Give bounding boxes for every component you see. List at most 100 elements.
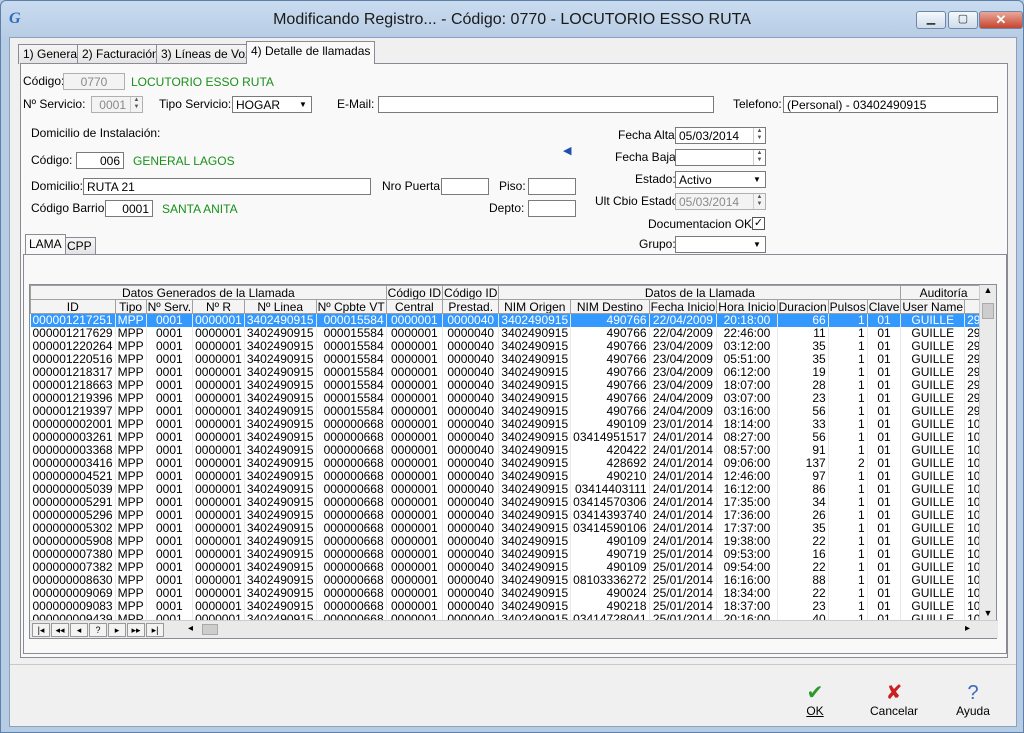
- table-row[interactable]: 000001217629 MPP 0001 0000001 3402490915 0000…: [30, 326, 980, 340]
- telefono-field[interactable]: (Personal) - 03402490915: [783, 96, 998, 113]
- table-row[interactable]: 000001217251 MPP 0001 0000001 3402490915 0000…: [30, 313, 980, 327]
- nav-button[interactable]: ?: [89, 623, 107, 637]
- scroll-left-icon[interactable]: ◂: [188, 623, 193, 634]
- tab-lineas-de-voz[interactable]: 3) Líneas de Voz: [156, 44, 257, 64]
- table-row[interactable]: 000001220264 MPP 0001 0000001 3402490915 0000…: [30, 339, 980, 353]
- scroll-right-icon[interactable]: ▸: [965, 623, 970, 634]
- nav-button[interactable]: |◂: [32, 623, 50, 637]
- nav-button[interactable]: ◂: [70, 623, 88, 637]
- table-row[interactable]: 000000003416 MPP 0001 0000001 3402490915 0000…: [30, 456, 980, 470]
- nav-button[interactable]: ◂◂: [51, 623, 69, 637]
- column-header[interactable]: Central: [385, 299, 444, 314]
- tab-detalle-de-llamadas[interactable]: 4) Detalle de llamadas: [246, 41, 376, 64]
- scroll-thumb[interactable]: [982, 303, 994, 319]
- nav-button[interactable]: ▸: [108, 623, 126, 637]
- documentacion-checkbox[interactable]: ✓: [752, 217, 765, 230]
- table-row[interactable]: 000000007382 MPP 0001 0000001 3402490915 0000…: [30, 560, 980, 574]
- column-header[interactable]: [964, 299, 980, 314]
- ult-cbio-field[interactable]: 05/03/2014 ▲ ▼: [675, 193, 766, 210]
- help-button[interactable]: ? Ayuda: [943, 682, 1003, 722]
- table-row[interactable]: 000001220516 MPP 0001 0000001 3402490915 0000…: [30, 352, 980, 366]
- table-row[interactable]: 000000009069 MPP 0001 0000001 3402490915 0000…: [30, 586, 980, 600]
- column-header[interactable]: Hora Inicio: [716, 299, 778, 314]
- hscroll-thumb[interactable]: [202, 624, 218, 635]
- column-header[interactable]: Nº Serv.: [145, 299, 194, 314]
- nav-button[interactable]: ▸|: [146, 623, 164, 637]
- table-cell: 18:14:00: [716, 417, 778, 431]
- table-row[interactable]: 000000005039 MPP 0001 0000001 3402490915 0000…: [30, 482, 980, 496]
- email-field[interactable]: [378, 96, 714, 113]
- table-cell: 24/01/2014: [649, 482, 718, 496]
- table-cell: 86: [777, 482, 829, 496]
- table-row[interactable]: 000001218317 MPP 0001 0000001 3402490915 0000…: [30, 365, 980, 379]
- ult-cbio-spin[interactable]: ▲ ▼: [753, 194, 765, 209]
- column-header[interactable]: Duracion: [776, 299, 829, 314]
- table-row[interactable]: 000001219396 MPP 0001 0000001 3402490915 0000…: [30, 391, 980, 405]
- column-header[interactable]: Fecha Inicio: [648, 299, 718, 314]
- codigo-field[interactable]: 0770: [63, 73, 125, 90]
- table-row[interactable]: 000001218663 MPP 0001 0000001 3402490915 0000…: [30, 378, 980, 392]
- close-button[interactable]: ✕: [979, 11, 1023, 29]
- table-row[interactable]: 000000005291 MPP 0001 0000001 3402490915 0000…: [30, 495, 980, 509]
- vertical-scrollbar[interactable]: ▲ ▼: [979, 285, 996, 620]
- table-cell: 0001: [146, 573, 194, 587]
- column-header[interactable]: NIM Origen: [498, 299, 572, 314]
- chevron-down-icon[interactable]: ▼: [750, 238, 764, 251]
- fecha-baja-field[interactable]: ▲ ▼: [675, 149, 766, 166]
- maximize-button[interactable]: ▢: [948, 11, 978, 29]
- table-row[interactable]: 000000003261 MPP 0001 0000001 3402490915 0000…: [30, 430, 980, 444]
- depto-field[interactable]: [528, 200, 576, 217]
- column-header[interactable]: Clave: [866, 299, 902, 314]
- piso-field[interactable]: [528, 178, 576, 195]
- table-row[interactable]: 000001219397 MPP 0001 0000001 3402490915 0000…: [30, 404, 980, 418]
- minimize-button[interactable]: ▁: [916, 11, 946, 29]
- column-header[interactable]: Nº R: [192, 299, 245, 314]
- fecha-alta-field[interactable]: 05/03/2014 ▲ ▼: [675, 127, 766, 144]
- column-header[interactable]: User Name: [900, 299, 966, 314]
- column-header[interactable]: NIM Destino: [570, 299, 650, 314]
- table-row[interactable]: 000000003368 MPP 0001 0000001 3402490915 0000…: [30, 443, 980, 457]
- grupo-select[interactable]: ▼: [675, 236, 766, 253]
- nservicio-field[interactable]: 0001 ▲ ▼: [91, 96, 143, 113]
- scroll-up-icon[interactable]: ▲: [980, 285, 996, 295]
- tiposervicio-select[interactable]: HOGAR ▼: [232, 96, 312, 113]
- table-row[interactable]: 000000009439 MPP 0001 0000001 3402490915 0000…: [30, 612, 980, 620]
- cancel-button[interactable]: ✘ Cancelar: [864, 682, 924, 722]
- dom-codigo-field[interactable]: 006: [76, 152, 124, 169]
- nav-button[interactable]: ▸▸: [127, 623, 145, 637]
- estado-label: Estado:: [635, 172, 676, 186]
- subtab-lama[interactable]: LAMA: [25, 234, 66, 254]
- table-row[interactable]: 000000005302 MPP 0001 0000001 3402490915 0000…: [30, 521, 980, 535]
- table-row[interactable]: 000000009083 MPP 0001 0000001 3402490915 0000…: [30, 599, 980, 613]
- column-header[interactable]: ID: [30, 299, 116, 314]
- fecha-alta-spin[interactable]: ▲ ▼: [753, 128, 765, 143]
- fecha-baja-spin[interactable]: ▲ ▼: [753, 150, 765, 165]
- nservicio-spin[interactable]: ▲ ▼: [130, 97, 142, 112]
- table-cell: 12:46:00: [716, 469, 778, 483]
- ok-button[interactable]: ✔ OK: [785, 682, 845, 722]
- tab-general[interactable]: 1) General: [18, 44, 85, 64]
- column-header[interactable]: Prestad.: [442, 299, 500, 314]
- column-header[interactable]: Tipo: [114, 299, 147, 314]
- triangle-left-icon[interactable]: ◀: [563, 144, 571, 157]
- nropuerta-field[interactable]: [441, 178, 489, 195]
- scroll-down-icon[interactable]: ▼: [980, 608, 996, 618]
- column-header[interactable]: Nº Cpbte VT: [315, 299, 387, 314]
- table-row[interactable]: 000000005908 MPP 0001 0000001 3402490915 0000…: [30, 534, 980, 548]
- table-row[interactable]: 000000007380 MPP 0001 0000001 3402490915 0000…: [30, 547, 980, 561]
- barrio-field[interactable]: 0001: [105, 200, 153, 217]
- column-header[interactable]: Pulsos: [827, 299, 868, 314]
- table-row[interactable]: 000000005296 MPP 0001 0000001 3402490915 0000…: [30, 508, 980, 522]
- subtab-cpp[interactable]: CPP: [63, 237, 96, 254]
- column-header[interactable]: Nº Linea: [243, 299, 317, 314]
- table-row[interactable]: 000000004521 MPP 0001 0000001 3402490915 0000…: [30, 469, 980, 483]
- table-row[interactable]: 000000002001 MPP 0001 0000001 3402490915 0000…: [30, 417, 980, 431]
- chevron-down-icon[interactable]: ▼: [750, 173, 764, 186]
- tab-facturacion[interactable]: 2) Facturación: [77, 44, 164, 64]
- chevron-down-icon[interactable]: ▼: [296, 98, 310, 111]
- estado-select[interactable]: Activo ▼: [675, 171, 766, 188]
- table-cell: 01: [867, 521, 902, 535]
- domicilio-field[interactable]: RUTA 21: [83, 178, 371, 195]
- table-row[interactable]: 000000008630 MPP 0001 0000001 3402490915 0000…: [30, 573, 980, 587]
- table-cell: 3402490915: [498, 508, 572, 522]
